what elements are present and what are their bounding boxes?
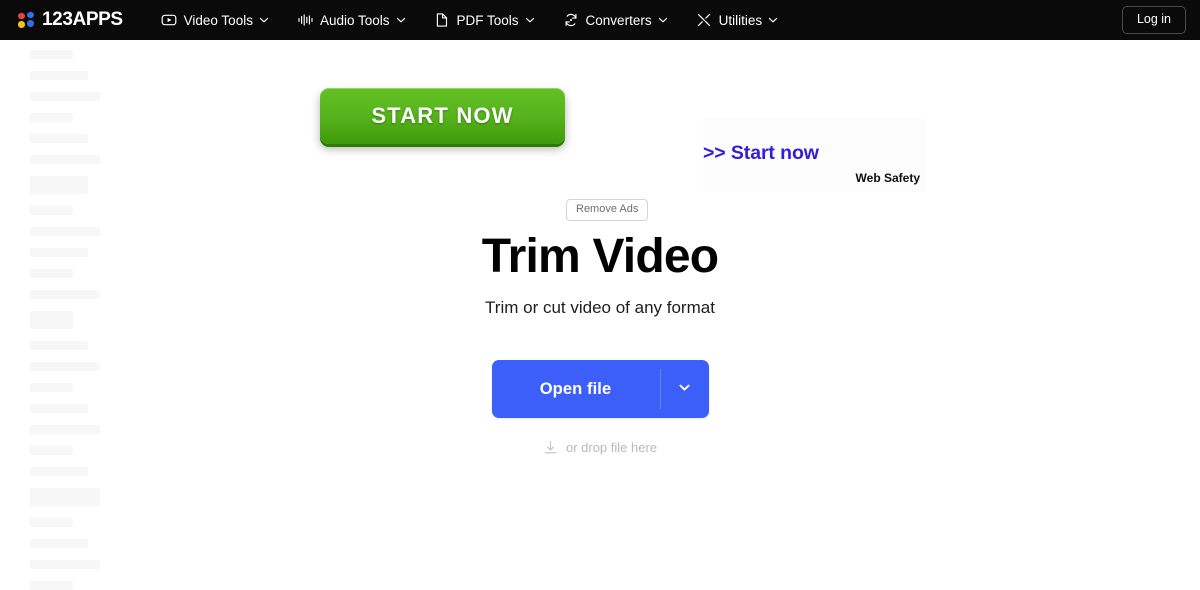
ad-secondary-panel: >> Start now Web Safety xyxy=(703,118,927,192)
page-subtitle: Trim or cut video of any format xyxy=(485,298,715,318)
top-navigation-bar: 123APPS Video Tools Audio Tools PDF Tool… xyxy=(0,0,1200,40)
crossed-tools-icon xyxy=(696,12,712,28)
document-page-icon xyxy=(434,12,450,28)
brand-name: 123APPS xyxy=(42,9,123,30)
video-play-icon xyxy=(161,12,177,28)
convert-arrows-icon xyxy=(563,12,579,28)
open-file-button[interactable]: Open file xyxy=(492,360,660,418)
remove-ads-button[interactable]: Remove Ads xyxy=(566,199,649,222)
main-content: Trim Video Trim or cut video of any form… xyxy=(0,185,1200,455)
chevron-down-icon xyxy=(525,15,535,25)
nav-item-video-tools[interactable]: Video Tools xyxy=(147,6,283,34)
audio-waveform-icon xyxy=(297,12,313,28)
nav-item-utilities[interactable]: Utilities xyxy=(682,6,793,34)
advertisement-strip: START NOW >> Start now Web Safety Remove… xyxy=(0,40,1200,222)
chevron-down-icon xyxy=(768,15,778,25)
dots-logo-icon xyxy=(18,11,35,29)
open-file-dropdown-button[interactable] xyxy=(661,360,709,418)
nav-label: Converters xyxy=(585,12,652,28)
nav-item-pdf-tools[interactable]: PDF Tools xyxy=(420,6,549,34)
nav-label: Utilities xyxy=(718,12,763,28)
nav-item-audio-tools[interactable]: Audio Tools xyxy=(283,6,420,34)
chevron-down-icon xyxy=(396,15,406,25)
brand-logo-link[interactable]: 123APPS xyxy=(18,9,123,31)
nav-item-converters[interactable]: Converters xyxy=(549,6,682,34)
nav-label: PDF Tools xyxy=(456,12,519,28)
nav-label: Audio Tools xyxy=(319,12,390,28)
main-nav: Video Tools Audio Tools PDF Tools Conver… xyxy=(147,6,792,34)
chevron-down-icon xyxy=(259,15,269,25)
page-title: Trim Video xyxy=(481,230,719,283)
chevron-down-icon xyxy=(658,15,668,25)
nav-label: Video Tools xyxy=(183,12,253,28)
drop-file-hint: or drop file here xyxy=(0,440,1200,455)
ad-start-now-link[interactable]: >> Start now xyxy=(703,142,819,165)
chevron-down-icon xyxy=(677,380,692,398)
open-file-button-group: Open file xyxy=(491,360,709,419)
download-arrow-icon xyxy=(543,440,558,455)
ad-green-button-wrap: START NOW xyxy=(320,88,565,144)
ad-web-safety-label: Web Safety xyxy=(855,171,920,185)
drop-file-hint-label: or drop file here xyxy=(565,440,658,456)
login-button[interactable]: Log in xyxy=(1121,6,1186,34)
ad-start-now-button[interactable]: START NOW xyxy=(320,88,565,144)
